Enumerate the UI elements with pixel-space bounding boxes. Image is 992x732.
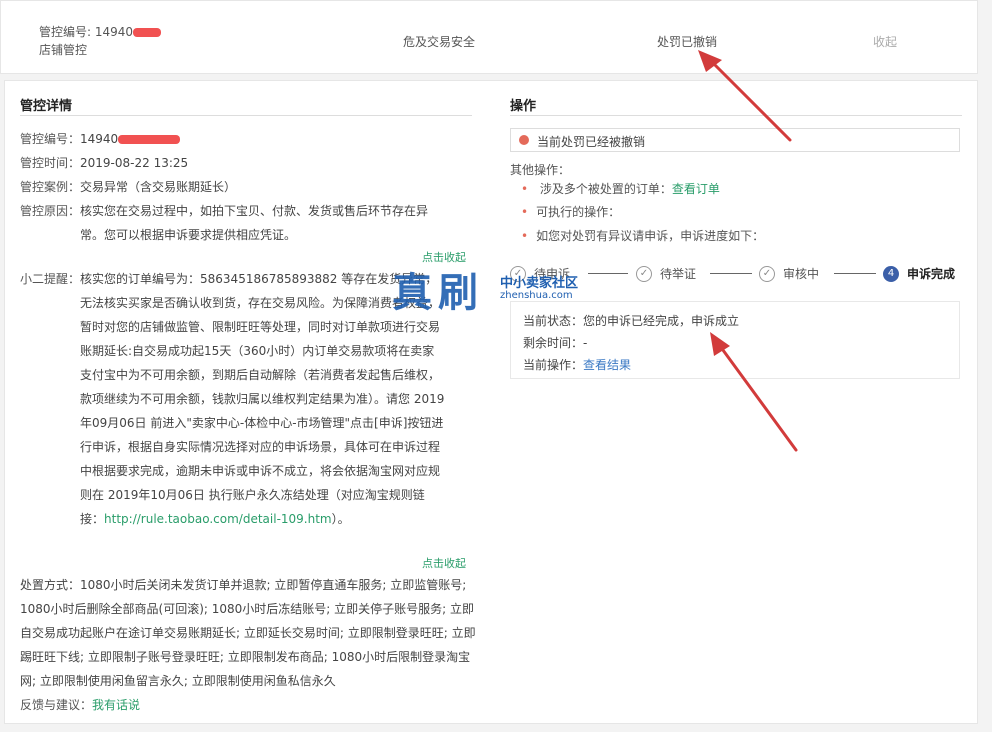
view-result-link[interactable]: 查看结果 bbox=[583, 358, 631, 372]
summary-id: 管控编号: 14940 bbox=[39, 23, 162, 40]
feedback-row: 反馈与建议：我有话说 bbox=[20, 698, 141, 712]
other-actions-label: 其他操作： bbox=[510, 163, 571, 177]
summary-reason: 危及交易安全 bbox=[403, 35, 476, 49]
collapse-link[interactable]: 收起 bbox=[873, 33, 897, 50]
step-completed: 4 申诉完成 bbox=[883, 265, 955, 282]
summary-status: 处罚已撤销 bbox=[657, 35, 718, 49]
measures-row: 处置方式：1080小时后关闭未发货订单并退款; 立即暂停直通车服务; 立即监管账… bbox=[20, 578, 476, 688]
remaining-time: 剩余时间：- bbox=[523, 336, 588, 350]
redaction-mark bbox=[118, 135, 181, 144]
redaction-mark bbox=[133, 28, 162, 37]
appeal-status-box: 当前状态：您的申诉已经完成，申诉成立 剩余时间：- 当前操作：查看结果 bbox=[510, 301, 960, 379]
divider bbox=[510, 115, 962, 116]
step-number-badge: 4 bbox=[883, 265, 899, 282]
feedback-link[interactable]: 我有话说 bbox=[92, 698, 140, 712]
view-orders-link[interactable]: 查看订单 bbox=[672, 182, 720, 196]
detail-panel: 管控详情 管控编号：14940 管控时间：2019-08-22 13:25 管控… bbox=[4, 80, 978, 724]
rule-link[interactable]: http://rule.taobao.com/detail-109.htm bbox=[104, 512, 332, 526]
control-summary-bar: 管控编号: 14940 店铺管控 危及交易安全 处罚已撤销 收起 bbox=[0, 0, 978, 74]
check-icon: ✓ bbox=[636, 265, 652, 282]
appeal-bullet: 如您对处罚有异议请申诉，申诉进度如下： bbox=[521, 227, 764, 244]
summary-type: 店铺管控 bbox=[39, 43, 88, 57]
step-connector bbox=[834, 273, 876, 274]
appeal-progress: ✓ 待申诉 ✓ 待举证 ✓ 审核中 4 申诉完成 bbox=[510, 265, 965, 289]
details-title: 管控详情 bbox=[20, 99, 73, 114]
current-operation: 当前操作：查看结果 bbox=[523, 358, 632, 372]
check-icon: ✓ bbox=[759, 265, 775, 282]
control-id-row: 管控编号：14940 bbox=[20, 127, 181, 151]
site-watermark: 真刷 中小卖家社区 zhenshua.com bbox=[392, 269, 579, 316]
revoked-alert: 当前处罚已经被撤销 bbox=[510, 128, 960, 152]
divider bbox=[20, 115, 472, 116]
reminder-row: 小二提醒： 核实您的订单编号为：586345186785893882 等存在发货… bbox=[20, 272, 445, 526]
operations-bullet: 可执行的操作： bbox=[521, 203, 620, 220]
step-reviewing: ✓ 审核中 bbox=[759, 265, 819, 282]
control-case-row: 管控案例：交易异常（含交易账期延长） bbox=[20, 180, 237, 194]
toggle-collapse-2[interactable]: 点击收起 bbox=[422, 555, 466, 571]
step-connector bbox=[588, 273, 628, 274]
current-status: 当前状态：您的申诉已经完成，申诉成立 bbox=[523, 314, 740, 328]
orders-bullet: 涉及多个被处置的订单：查看订单 bbox=[521, 180, 720, 197]
actions-title: 操作 bbox=[510, 99, 537, 114]
alert-icon bbox=[519, 135, 529, 145]
control-time-row: 管控时间：2019-08-22 13:25 bbox=[20, 156, 189, 170]
step-pending-evidence: ✓ 待举证 bbox=[636, 265, 696, 282]
control-reason-row: 管控原因： 核实您在交易过程中，如拍下宝贝、付款、发货或售后环节存在异常。您可以… bbox=[20, 204, 429, 242]
step-connector bbox=[710, 273, 752, 274]
